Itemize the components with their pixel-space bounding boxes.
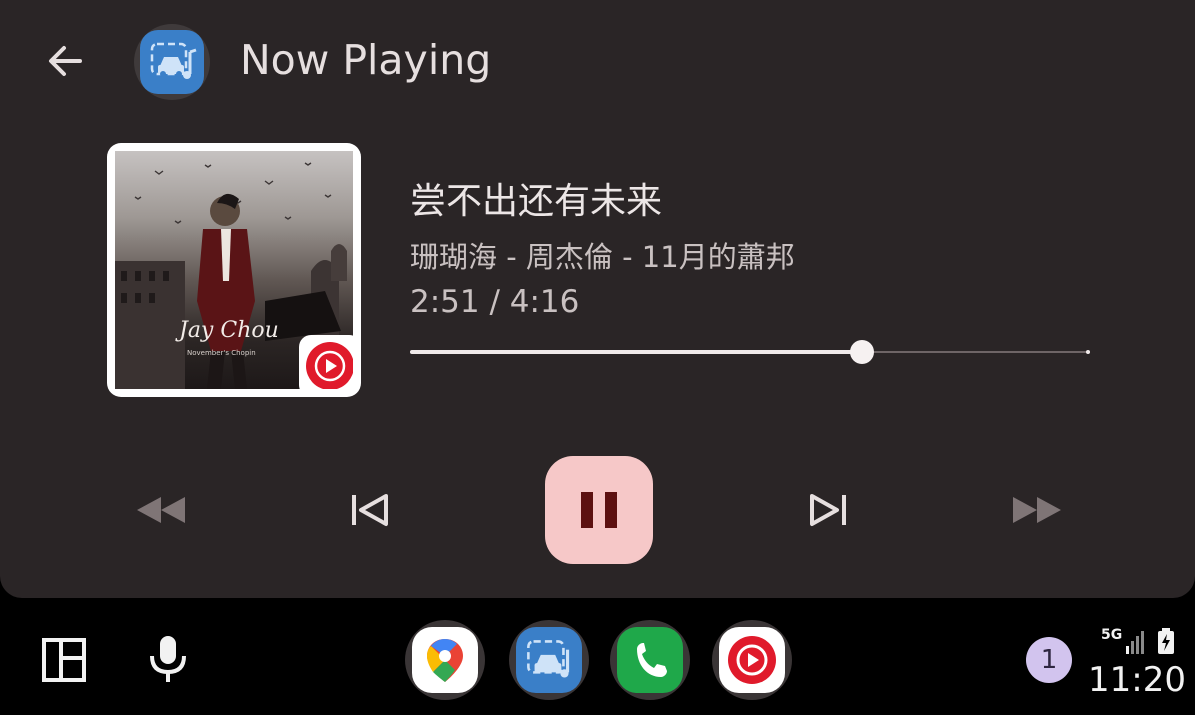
- track-title: 尝不出还有未来: [410, 181, 663, 222]
- forward-button[interactable]: [1007, 480, 1067, 540]
- previous-button[interactable]: [340, 480, 400, 540]
- arrow-back-icon: [49, 46, 82, 76]
- seek-progress: [410, 350, 862, 354]
- network-type: 5G: [1101, 627, 1123, 643]
- track-time: 2:51 / 4:16: [410, 284, 580, 320]
- youtube-music-app-icon: [728, 636, 776, 684]
- signal-icon: [1126, 631, 1144, 654]
- next-button[interactable]: [798, 480, 858, 540]
- fast-forward-icon: [1013, 497, 1061, 523]
- album-artist-script: Jay Chou: [175, 318, 279, 343]
- fast-rewind-icon: [137, 497, 185, 523]
- phone-app-icon: [637, 643, 667, 677]
- app-icon: [134, 24, 210, 100]
- track-subtitle: 珊瑚海 - 周杰倫 - 11月的蕭邦: [410, 240, 795, 274]
- dock-youtube-music[interactable]: [712, 620, 792, 700]
- maps-app-icon: [427, 639, 463, 682]
- now-playing-panel: Now Playing Jay Chou November's Chopin 尝…: [0, 0, 1195, 598]
- seek-handle[interactable]: [849, 340, 874, 364]
- dashboard-layout-icon: [42, 638, 86, 682]
- dock-maps[interactable]: [405, 620, 485, 700]
- taskbar: [0, 598, 1195, 715]
- clock: 11:20: [1088, 660, 1186, 700]
- youtube-music-icon: [306, 342, 353, 389]
- seek-end-dot: [1086, 350, 1090, 354]
- back-button[interactable]: [44, 40, 86, 82]
- svg-text:November's Chopin: November's Chopin: [187, 349, 256, 357]
- pause-button[interactable]: [545, 456, 653, 564]
- seek-bar[interactable]: [410, 338, 1090, 368]
- car-music-app-icon: [527, 640, 570, 678]
- album-art: Jay Chou November's Chopin: [107, 143, 361, 397]
- source-badge: [299, 335, 353, 389]
- skip-previous-icon: [352, 494, 388, 526]
- dock-car-music[interactable]: [509, 620, 589, 700]
- skip-next-icon: [810, 494, 846, 526]
- notification-badge[interactable]: 1: [1026, 637, 1072, 683]
- page-title: Now Playing: [240, 36, 492, 84]
- voice-button[interactable]: [144, 632, 192, 690]
- dock-phone[interactable]: [610, 620, 690, 700]
- battery-charging-icon: [1158, 628, 1174, 654]
- car-music-icon: [150, 42, 197, 79]
- layout-button[interactable]: [40, 636, 88, 688]
- rewind-button[interactable]: [131, 480, 191, 540]
- pause-icon: [581, 492, 617, 528]
- microphone-icon: [150, 636, 186, 682]
